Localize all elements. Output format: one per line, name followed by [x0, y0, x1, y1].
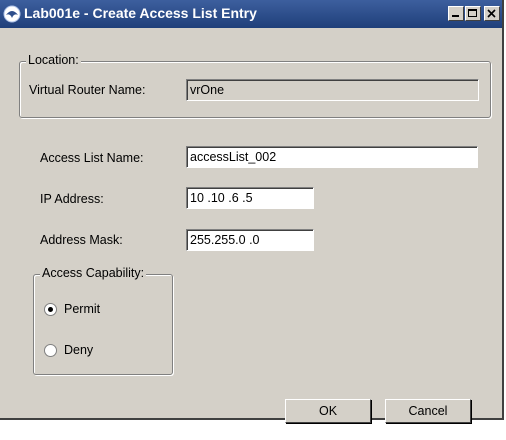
deny-radio-circle[interactable] — [44, 344, 57, 357]
location-legend: Location: — [26, 53, 81, 67]
window-title: Lab001e - Create Access List Entry — [24, 5, 257, 21]
dialog-window: Lab001e - Create Access List Entry Locat… — [0, 0, 504, 423]
router-name-label: Virtual Router Name: — [29, 83, 146, 97]
access-list-name-input[interactable] — [186, 146, 478, 168]
permit-radio-dot — [48, 307, 53, 312]
permit-radio-circle[interactable] — [44, 303, 57, 316]
address-mask-label: Address Mask: — [40, 233, 123, 247]
dialog-content: Location: Virtual Router Name: Access Li… — [0, 28, 502, 423]
maximize-button[interactable] — [465, 6, 481, 21]
app-icon — [3, 5, 21, 23]
access-capability-legend: Access Capability: — [40, 266, 147, 280]
access-capability-group: Access Capability: Permit Deny — [33, 266, 173, 375]
minimize-icon — [452, 15, 459, 17]
ok-button[interactable]: OK — [285, 399, 371, 423]
maximize-icon — [468, 9, 477, 17]
minimize-button[interactable] — [448, 6, 464, 21]
deny-radio-label[interactable]: Deny — [64, 343, 93, 357]
address-mask-input[interactable] — [186, 229, 314, 251]
access-list-name-label: Access List Name: — [40, 151, 144, 165]
ip-address-input[interactable] — [186, 187, 314, 209]
close-button[interactable] — [484, 6, 500, 21]
permit-radio-label[interactable]: Permit — [64, 302, 100, 316]
location-group: Location: Virtual Router Name: — [19, 53, 491, 118]
ip-address-label: IP Address: — [40, 192, 104, 206]
router-name-field — [186, 79, 479, 101]
title-bar[interactable]: Lab001e - Create Access List Entry — [0, 0, 502, 28]
cancel-button[interactable]: Cancel — [385, 399, 471, 423]
close-icon — [487, 9, 496, 18]
